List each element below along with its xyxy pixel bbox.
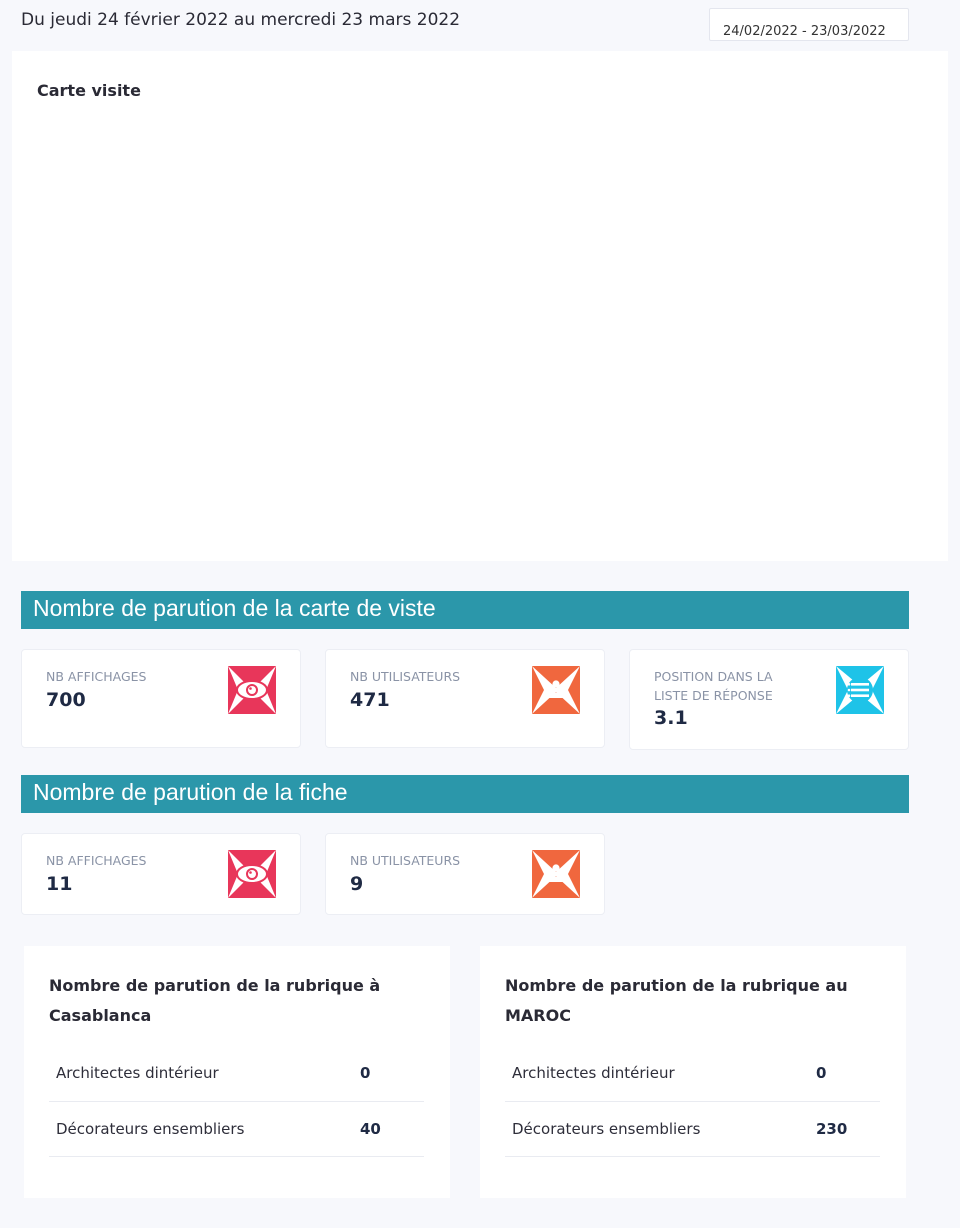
stat-value: 700 [46,689,86,711]
rubrique-name: Architectes dintérieur [49,1046,360,1102]
stat-card-fiche-utilisateurs: NB UTILISATEURS 9 [325,833,605,915]
stat-label: POSITION DANS LA LISTE DE RÉPONSE [654,669,773,703]
rubrique-table: Architectes dintérieur 0 Décorateurs ens… [505,1046,880,1157]
date-range-input[interactable] [709,8,909,41]
stat-card-fiche-affichages: NB AFFICHAGES 11 [21,833,301,915]
stat-label: NB AFFICHAGES [46,853,147,868]
users-icon [532,666,580,714]
rubrique-title: Nombre de parution de la rubrique à Casa… [49,976,381,1025]
rubrique-count: 40 [360,1101,424,1157]
period-text: Du jeudi 24 février 2022 au mercredi 23 … [21,10,461,30]
stat-value: 11 [46,873,73,895]
users-icon [532,850,580,898]
rubrique-count: 230 [816,1101,880,1157]
eye-icon [228,850,276,898]
rubrique-title: Nombre de parution de la rubrique au MAR… [505,976,848,1025]
stat-label: NB AFFICHAGES [46,669,147,684]
rubrique-name: Décorateurs ensembliers [505,1101,816,1157]
table-row: Architectes dintérieur 0 [49,1046,424,1102]
stat-value: 9 [350,873,364,895]
table-row: Architectes dintérieur 0 [505,1046,880,1102]
map-card: Carte visite [12,51,948,561]
list-icon [836,666,884,714]
stat-value: 3.1 [654,707,688,729]
rubrique-table: Architectes dintérieur 0 Décorateurs ens… [49,1046,424,1157]
rubrique-count: 0 [360,1046,424,1102]
stat-card-carte-position: POSITION DANS LA LISTE DE RÉPONSE 3.1 [629,649,909,750]
map-card-title: Carte visite [37,81,141,100]
table-row: Décorateurs ensembliers 230 [505,1101,880,1157]
rubrique-count: 0 [816,1046,880,1102]
section-carte-title: Nombre de parution de la carte de viste [21,591,909,629]
stat-label: NB UTILISATEURS [350,669,461,684]
rubrique-name: Architectes dintérieur [505,1046,816,1102]
rubrique-name: Décorateurs ensembliers [49,1101,360,1157]
stat-value: 471 [350,689,390,711]
section-fiche-title: Nombre de parution de la fiche [21,775,909,813]
table-row: Décorateurs ensembliers 40 [49,1101,424,1157]
stat-card-carte-affichages: NB AFFICHAGES 700 [21,649,301,748]
stat-card-carte-utilisateurs: NB UTILISATEURS 471 [325,649,605,748]
eye-icon [228,666,276,714]
stat-label: NB UTILISATEURS [350,853,461,868]
rubrique-maroc-card: Nombre de parution de la rubrique au MAR… [480,946,906,1198]
rubrique-casablanca-card: Nombre de parution de la rubrique à Casa… [24,946,450,1198]
